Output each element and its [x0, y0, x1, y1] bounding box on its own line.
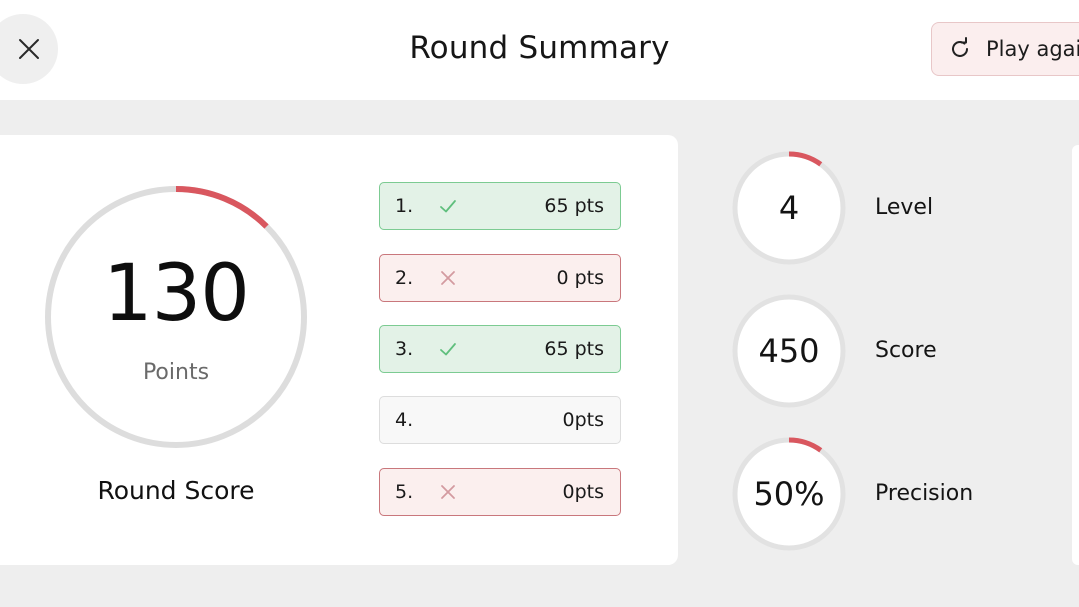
page-title: Round Summary: [409, 30, 670, 66]
question-points: 65 pts: [544, 338, 604, 360]
question-number: 4.: [395, 409, 414, 431]
stat-value-score: 450: [758, 332, 820, 370]
stat-label-precision: Precision: [875, 481, 974, 506]
question-points: 0pts: [562, 409, 605, 431]
top-bar: Round Summary Play again: [0, 0, 1079, 100]
check-icon: [440, 200, 456, 213]
question-points: 65 pts: [544, 195, 604, 217]
play-again-label: Play again: [986, 37, 1079, 61]
play-again-button[interactable]: Play again: [931, 22, 1079, 76]
check-icon: [440, 343, 456, 356]
round-score-value: 130: [103, 249, 250, 339]
question-number: 2.: [395, 267, 414, 289]
question-result-row[interactable]: 5. 0pts: [379, 468, 621, 516]
question-result-row[interactable]: 1. 65 pts: [379, 182, 621, 230]
round-score-label: Round Score: [97, 476, 255, 505]
question-points: 0 pts: [556, 267, 604, 289]
refresh-icon: [952, 37, 968, 57]
question-result-row[interactable]: 2. 0 pts: [379, 254, 621, 302]
side-panel: [1072, 145, 1079, 565]
question-number: 1.: [395, 195, 414, 217]
cross-icon: [441, 485, 455, 499]
stat-value-precision: 50%: [753, 475, 825, 513]
question-result-row[interactable]: 3. 65 pts: [379, 325, 621, 373]
question-points: 0pts: [562, 481, 605, 503]
round-score-unit: Points: [142, 360, 210, 385]
question-result-row[interactable]: 4. 0pts: [379, 396, 621, 444]
stat-label-score: Score: [875, 338, 937, 363]
round-score-ring-progress: [175, 186, 269, 229]
stat-value-level: 4: [778, 189, 800, 227]
question-number: 5.: [395, 481, 414, 503]
question-number: 3.: [395, 338, 414, 360]
stat-label-level: Level: [875, 195, 934, 220]
cross-icon: [441, 271, 455, 285]
